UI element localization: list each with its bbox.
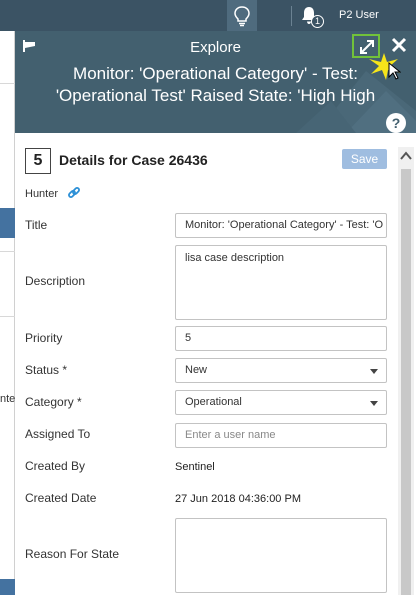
case-priority-badge: 5 bbox=[25, 148, 51, 174]
divider bbox=[0, 316, 15, 317]
category-select[interactable]: Operational bbox=[175, 390, 387, 415]
chevron-down-icon bbox=[370, 401, 378, 406]
hunter-label: Hunter bbox=[25, 188, 59, 200]
cursor-highlight-icon bbox=[369, 53, 401, 80]
status-label: Status * bbox=[25, 363, 68, 377]
link-icon[interactable] bbox=[67, 186, 81, 200]
status-value: New bbox=[185, 364, 208, 376]
scrollbar-thumb[interactable] bbox=[401, 169, 411, 595]
save-button[interactable]: Save bbox=[342, 149, 387, 169]
user-menu[interactable]: P2 User bbox=[339, 9, 379, 21]
close-icon[interactable] bbox=[391, 37, 407, 53]
background-page: nte bbox=[0, 31, 15, 595]
background-nav-item bbox=[0, 579, 15, 595]
created-by-value: Sentinel bbox=[175, 461, 215, 473]
assigned-to-placeholder: Enter a user name bbox=[185, 429, 276, 441]
panel-scrollbar[interactable] bbox=[398, 147, 414, 595]
description-label: Description bbox=[25, 274, 86, 288]
divider bbox=[0, 251, 15, 252]
notification-badge: 1 bbox=[311, 15, 324, 28]
ideas-button[interactable] bbox=[227, 0, 257, 31]
priority-field[interactable]: 5 bbox=[175, 326, 387, 351]
description-field[interactable]: lisa case description bbox=[175, 245, 387, 320]
background-text-fragment: nte bbox=[0, 393, 16, 405]
help-icon[interactable]: ? bbox=[386, 113, 406, 133]
title-field[interactable]: Monitor: 'Operational Category' - Test: … bbox=[175, 213, 387, 238]
reason-for-state-field[interactable] bbox=[175, 518, 387, 593]
assigned-to-label: Assigned To bbox=[25, 427, 91, 441]
panel-header: Explore Monitor: 'Operational Category' … bbox=[15, 31, 416, 133]
divider bbox=[0, 83, 15, 84]
title-label: Title bbox=[25, 218, 48, 232]
top-app-bar: 1 P2 User bbox=[0, 0, 416, 31]
scroll-up-icon[interactable] bbox=[400, 151, 412, 161]
created-by-label: Created By bbox=[25, 459, 86, 473]
topbar-divider bbox=[291, 6, 292, 26]
created-date-label: Created Date bbox=[25, 491, 97, 505]
chevron-down-icon bbox=[370, 369, 378, 374]
category-value: Operational bbox=[185, 396, 242, 408]
priority-label: Priority bbox=[25, 331, 63, 345]
status-select[interactable]: New bbox=[175, 358, 387, 383]
case-title: Details for Case 26436 bbox=[59, 152, 208, 168]
assigned-to-input[interactable]: Enter a user name bbox=[175, 423, 387, 448]
background-nav-item bbox=[0, 208, 15, 238]
reason-for-state-label: Reason For State bbox=[25, 547, 120, 561]
created-date-value: 27 Jun 2018 04:36:00 PM bbox=[175, 493, 301, 505]
explore-panel: Explore Monitor: 'Operational Category' … bbox=[15, 31, 416, 595]
category-label: Category * bbox=[25, 395, 82, 409]
lightbulb-icon bbox=[234, 6, 250, 27]
panel-subtitle: Monitor: 'Operational Category' - Test: … bbox=[55, 64, 376, 105]
